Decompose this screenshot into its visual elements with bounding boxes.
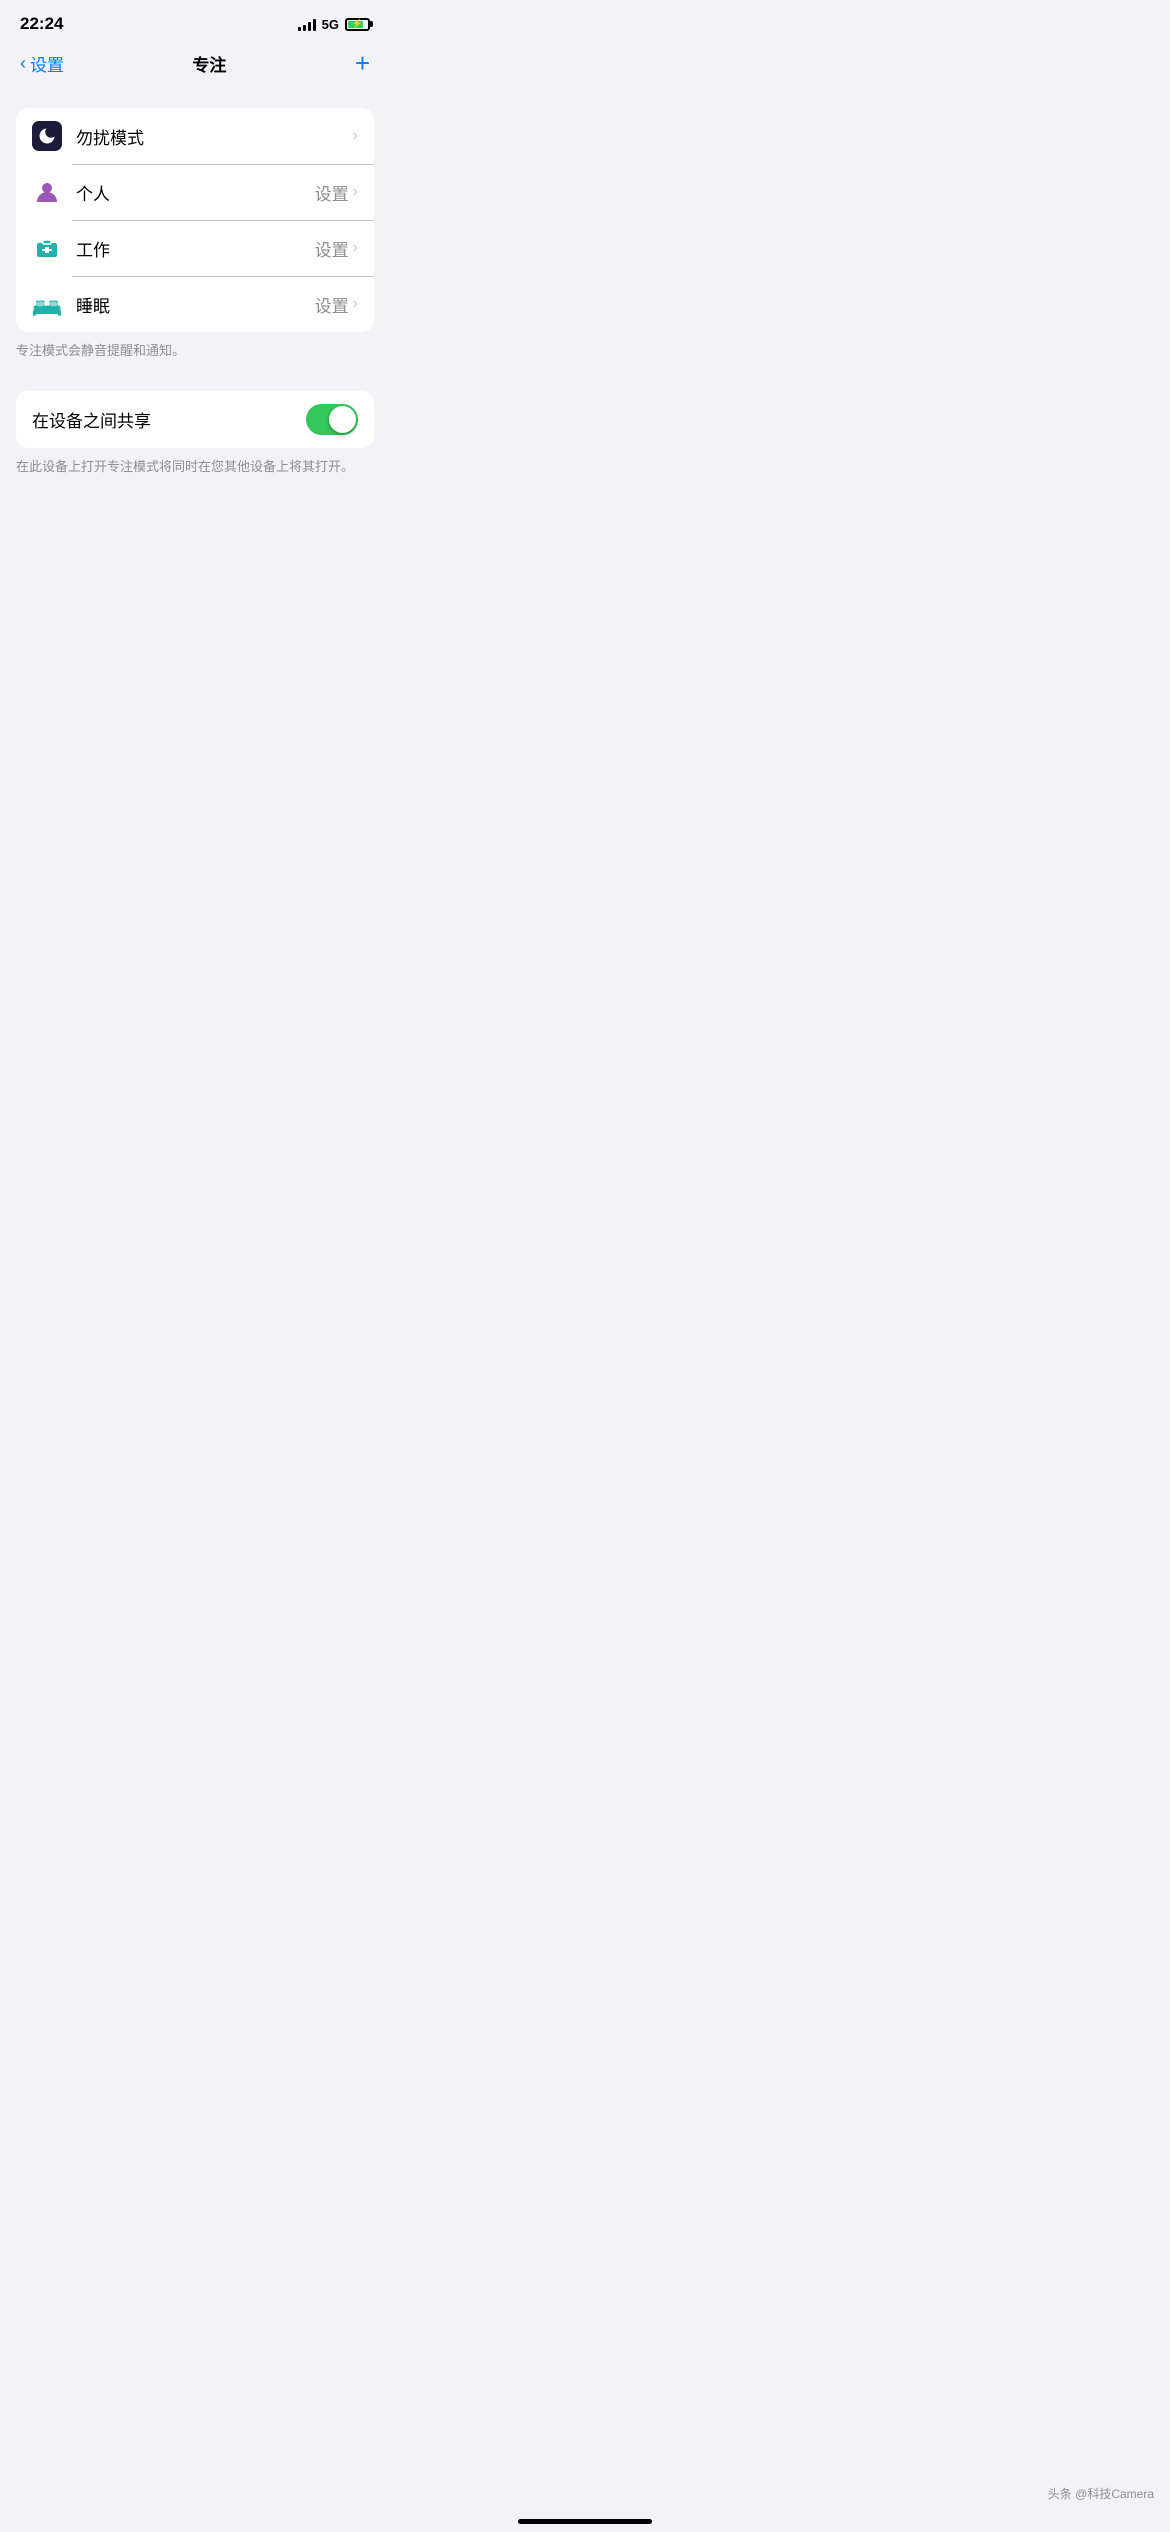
personal-icon — [32, 177, 62, 207]
status-icons: 5G ⚡ — [298, 17, 370, 32]
chevron-left-icon: ‹ — [20, 53, 26, 74]
network-type: 5G — [322, 17, 339, 32]
back-button[interactable]: ‹ 设置 — [20, 51, 64, 76]
share-toggle-switch[interactable] — [306, 404, 358, 435]
work-icon — [32, 233, 62, 263]
work-item[interactable]: 工作 设置 › — [16, 220, 374, 276]
share-section: 在设备之间共享 — [16, 391, 374, 448]
dnd-chevron: › — [353, 127, 358, 145]
sleep-item[interactable]: 睡眠 设置 › — [16, 276, 374, 332]
status-bar: 22:24 5G ⚡ — [0, 0, 390, 42]
signal-bars-icon — [298, 17, 316, 31]
personal-label: 个人 — [76, 180, 315, 205]
watermark: 头条 @科技Camera — [1048, 2485, 1154, 2502]
share-toggle-item[interactable]: 在设备之间共享 — [16, 391, 374, 448]
share-toggle-label: 在设备之间共享 — [32, 407, 151, 432]
sleep-label: 睡眠 — [76, 292, 315, 317]
sleep-settings: 设置 — [315, 292, 349, 317]
nav-bar: ‹ 设置 专注 + — [0, 42, 390, 88]
home-indicator — [518, 2519, 652, 2524]
share-section-footer: 在此设备上打开专注模式将同时在您其他设备上将其打开。 — [0, 448, 390, 487]
dnd-icon — [32, 121, 62, 151]
page-title: 专注 — [192, 51, 226, 76]
status-time: 22:24 — [20, 14, 63, 34]
add-button[interactable]: + — [355, 50, 370, 76]
focus-modes-footer: 专注模式会静音提醒和通知。 — [0, 332, 390, 371]
focus-modes-section: 勿扰模式 › 个人 设置 › 工作 设置 — [16, 108, 374, 332]
battery-icon: ⚡ — [345, 18, 370, 31]
personal-settings: 设置 — [315, 180, 349, 205]
personal-right: 设置 › — [315, 180, 358, 205]
dnd-item[interactable]: 勿扰模式 › — [16, 108, 374, 164]
toggle-knob — [329, 406, 356, 433]
back-label: 设置 — [30, 51, 64, 76]
sleep-icon — [32, 289, 62, 319]
work-settings: 设置 — [315, 236, 349, 261]
work-right: 设置 › — [315, 236, 358, 261]
sleep-right: 设置 › — [315, 292, 358, 317]
work-label: 工作 — [76, 236, 315, 261]
dnd-label: 勿扰模式 — [76, 124, 353, 149]
personal-item[interactable]: 个人 设置 › — [16, 164, 374, 220]
